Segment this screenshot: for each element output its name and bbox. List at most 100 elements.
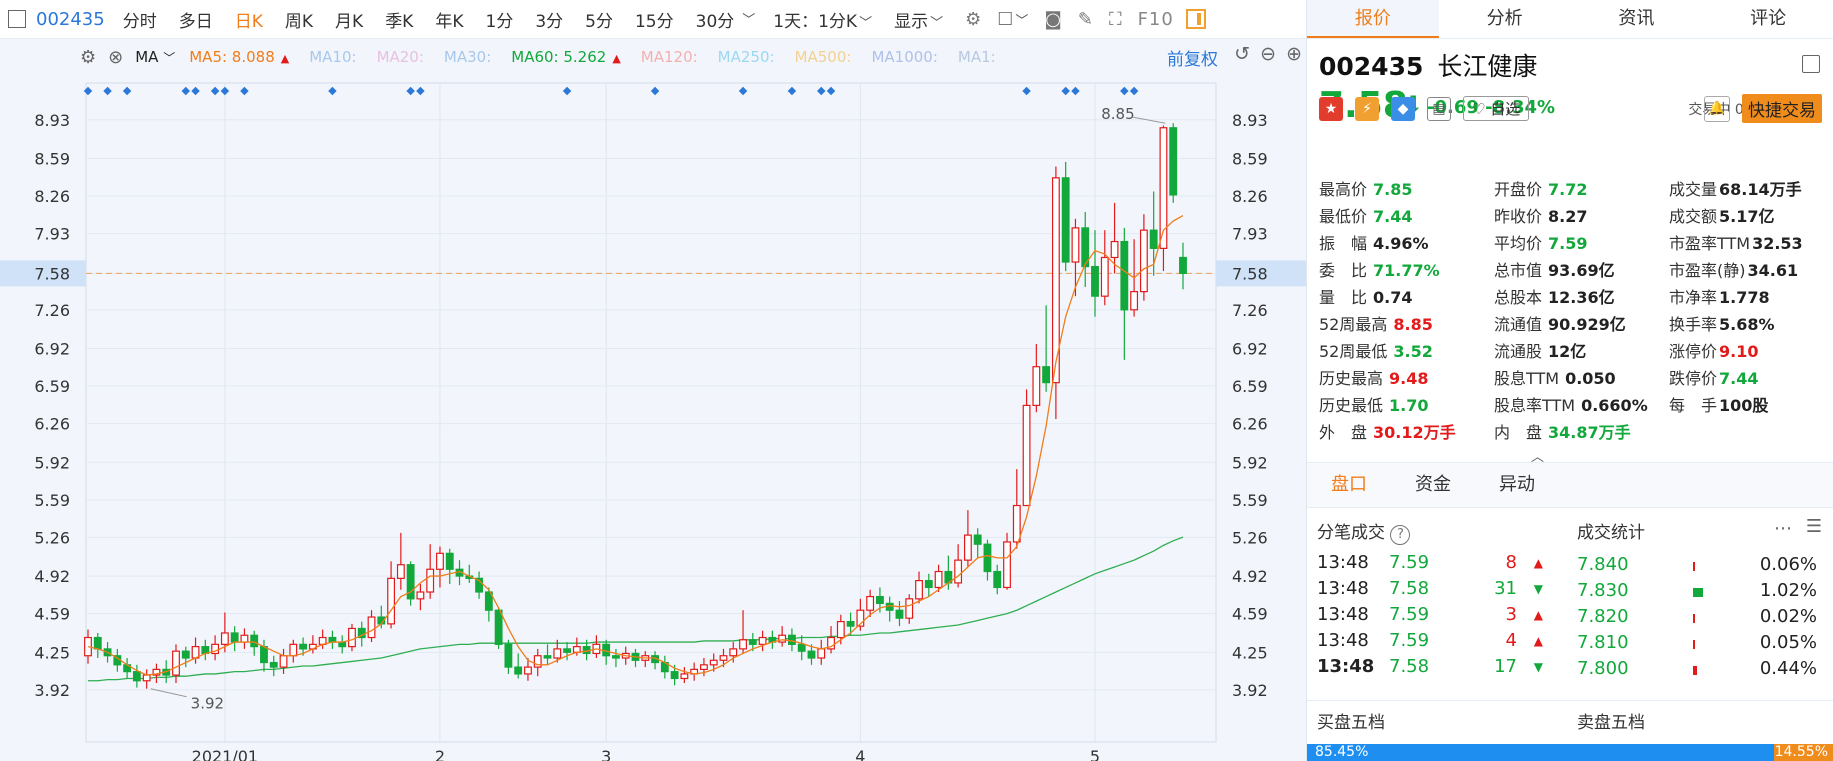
china-flag-icon[interactable]: ★ bbox=[1319, 96, 1343, 121]
deals-title: 分笔成交 ? bbox=[1317, 518, 1411, 545]
stat-value: 7.72 bbox=[1548, 180, 1588, 199]
period-tab-1[interactable]: 多日 bbox=[179, 7, 213, 32]
help-icon[interactable]: ? bbox=[1390, 525, 1411, 545]
kline-chart[interactable]: 8.93 8.93 8.59 8.59 8.26 8.26 7.93 7.93 7.26 7.26… bbox=[0, 39, 1306, 761]
tag-icon[interactable]: ◆ bbox=[1391, 96, 1415, 121]
deal-volume: 3 bbox=[1505, 604, 1517, 625]
deal-time: 13:48 bbox=[1317, 656, 1375, 677]
menu-icon[interactable] bbox=[1802, 55, 1820, 73]
candle-body bbox=[817, 648, 826, 659]
quote-stats: 最高价 7.85 开盘价 7.72 成交量 68.14万手 最低价 7.44 昨收价 8.27 成交… bbox=[1319, 176, 1829, 446]
pen-icon[interactable]: ✎ bbox=[1078, 9, 1093, 30]
panel-toggle-icon[interactable] bbox=[1185, 9, 1206, 29]
fullscreen-icon[interactable]: ⛶ bbox=[1109, 9, 1122, 30]
period-tab-10[interactable]: 15分 bbox=[635, 7, 674, 32]
more-icon[interactable]: ⋯ bbox=[1774, 518, 1792, 539]
stat-cell: 成交量 68.14万手 bbox=[1669, 176, 1829, 203]
display-dropdown[interactable]: 显示 ﹀ bbox=[894, 7, 943, 32]
period-tab-5[interactable]: 季K bbox=[385, 7, 413, 32]
candle-body bbox=[348, 627, 356, 648]
panel-tab-3[interactable]: 评论 bbox=[1702, 0, 1833, 38]
sidebar-toggle-icon[interactable] bbox=[8, 10, 26, 28]
stat-label: 换手率 bbox=[1669, 315, 1718, 334]
candle-body bbox=[514, 666, 523, 675]
y-tick-label-left: 5.92 bbox=[34, 453, 70, 472]
stat-cell: 流通值 90.929亿 bbox=[1494, 311, 1669, 338]
candle-body bbox=[436, 552, 444, 570]
kline-chart-area[interactable]: ⚙ ⊗ MA ﹀ MA5: 8.088 ▲ MA10: MA20: MA30: MA60:… bbox=[0, 39, 1306, 761]
stat-value: 93.69亿 bbox=[1548, 261, 1615, 280]
deal-price: 7.58 bbox=[1389, 578, 1430, 599]
period-more-dropdown[interactable]: ﹀ bbox=[740, 9, 755, 29]
candle-body bbox=[1042, 366, 1051, 384]
period-tab-4[interactable]: 月K bbox=[335, 7, 363, 32]
candle-body bbox=[416, 591, 425, 600]
period-tab-8[interactable]: 3分 bbox=[535, 7, 563, 32]
stat-label: 股息率TTM bbox=[1494, 396, 1576, 415]
period-tab-3[interactable]: 周K bbox=[285, 7, 313, 32]
deal-time: 13:48 bbox=[1317, 604, 1369, 625]
lightning-icon[interactable]: ⚡ bbox=[1355, 96, 1379, 121]
stat-cell: 量 比 0.74 bbox=[1319, 284, 1494, 311]
panel-tab-2[interactable]: 资讯 bbox=[1571, 0, 1703, 38]
down-arrow-icon: ▼ bbox=[1533, 660, 1543, 674]
f10-button[interactable]: F10 bbox=[1138, 9, 1174, 30]
stat-cell: 历史最高 9.48 bbox=[1319, 365, 1494, 392]
panel-tab-1[interactable]: 分析 bbox=[1439, 0, 1571, 38]
camera-icon[interactable]: ◙ bbox=[1044, 9, 1061, 30]
stats-row: 历史最低 1.70 股息率TTM 0.660% 每 手 100股 bbox=[1319, 392, 1829, 419]
candle-body bbox=[142, 674, 151, 682]
stat-value: 4.96% bbox=[1373, 234, 1429, 253]
candle-body bbox=[1091, 265, 1099, 297]
down-arrow-icon: ▼ bbox=[1533, 582, 1543, 596]
low-price-label: 3.92 bbox=[191, 695, 224, 713]
stat-cell: 市盈率TTM 32.53 bbox=[1669, 230, 1829, 257]
stat-value: 100股 bbox=[1719, 396, 1769, 415]
x-tick-label: 4 bbox=[855, 747, 865, 761]
settings-icon[interactable]: ⚙ bbox=[965, 9, 981, 30]
x-tick-label: 2021/01 bbox=[192, 747, 258, 761]
up-arrow-icon: ▲ bbox=[1533, 634, 1543, 648]
deal-price: 7.58 bbox=[1389, 656, 1430, 677]
stat-cell: 总市值 93.69亿 bbox=[1494, 257, 1669, 284]
y-tick-label-right: 5.92 bbox=[1232, 453, 1268, 472]
deal-volume: 31 bbox=[1494, 578, 1517, 599]
period-tab-0[interactable]: 分时 bbox=[123, 7, 157, 32]
list-icon[interactable]: ☰ bbox=[1806, 516, 1822, 537]
candle-body bbox=[367, 616, 376, 639]
square-tool-icon[interactable]: ☐ ﹀ bbox=[997, 9, 1028, 30]
sub-tab-2[interactable]: 异动 bbox=[1475, 463, 1559, 507]
candle-body bbox=[396, 564, 405, 579]
candle-body bbox=[1110, 240, 1119, 259]
period-tab-7[interactable]: 1分 bbox=[486, 7, 514, 32]
candle-body bbox=[93, 636, 102, 650]
candle-body bbox=[1061, 177, 1070, 263]
bell-icon[interactable]: 🔔 bbox=[1704, 96, 1730, 122]
x-tick-label: 3 bbox=[601, 747, 611, 761]
vol-stat-bar bbox=[1693, 588, 1703, 597]
stock-code-link[interactable]: 002435 bbox=[36, 9, 105, 30]
stat-cell: 股息率TTM 0.660% bbox=[1494, 392, 1669, 419]
period-tab-6[interactable]: 年K bbox=[435, 7, 463, 32]
y-tick-label-left: 3.92 bbox=[34, 681, 70, 700]
current-price-label-right: 7.58 bbox=[1232, 264, 1268, 283]
period-tab-11[interactable]: 30分 bbox=[696, 7, 735, 32]
period-tab-9[interactable]: 5分 bbox=[585, 7, 613, 32]
panel-tab-0[interactable]: 报价 bbox=[1307, 0, 1439, 38]
candle-body bbox=[543, 655, 552, 659]
stat-label: 历史最高 bbox=[1319, 369, 1384, 388]
note-icon[interactable]: ▤ bbox=[1427, 96, 1451, 121]
intraday-range-dropdown[interactable]: 1天：1分K ﹀ bbox=[773, 7, 872, 32]
stats-row: 52周最高 8.85 流通值 90.929亿 换手率 5.68% bbox=[1319, 311, 1829, 338]
period-tab-2[interactable]: 日K bbox=[235, 7, 263, 32]
sub-tab-1[interactable]: 资金 bbox=[1391, 463, 1475, 507]
sell5-title: 卖盘五档 bbox=[1577, 713, 1645, 733]
candle-body bbox=[1169, 127, 1178, 196]
vol-stat-row: 7.830 1.02% bbox=[1577, 580, 1817, 608]
fast-trade-button[interactable]: 快捷交易 bbox=[1742, 94, 1822, 123]
add-watchlist-button[interactable]: ♡ 自选 bbox=[1463, 96, 1530, 121]
candle-body bbox=[1179, 256, 1187, 275]
candle-body bbox=[387, 577, 396, 625]
stat-value: 9.10 bbox=[1719, 342, 1759, 361]
sub-tab-0[interactable]: 盘口 bbox=[1307, 463, 1391, 507]
